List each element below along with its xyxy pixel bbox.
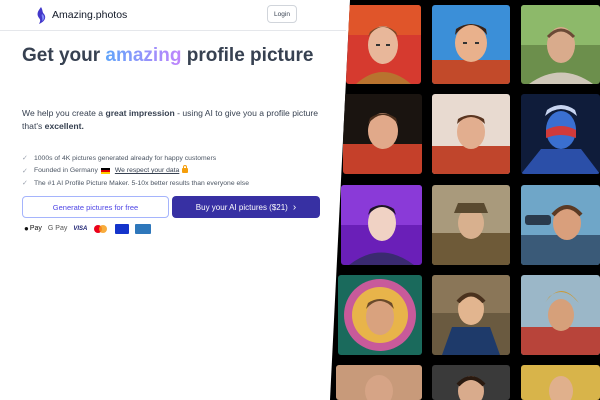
portrait-image: [341, 185, 422, 265]
portrait-image: [346, 5, 421, 84]
check-icon: ✓: [22, 155, 28, 163]
portrait-image: [432, 185, 510, 265]
feature-text: The #1 AI Profile Picture Maker. 5-10x b…: [34, 179, 249, 187]
portrait-image: [521, 185, 600, 265]
title-part-1: Get your: [22, 45, 106, 66]
top-navbar: Amazing.photos Login: [0, 0, 346, 30]
feature-text: Founded in Germany: [34, 167, 98, 175]
portrait-image: [336, 365, 422, 400]
buy-pictures-button[interactable]: Buy your AI pictures ($21) ›: [172, 196, 320, 218]
page-title: Get your amazing profile picture: [22, 44, 322, 67]
title-accent: amazing: [105, 45, 182, 66]
portrait-image: [432, 94, 510, 174]
gallery-image: [432, 5, 510, 84]
feature-list: ✓ 1000s of 4K pictures generated already…: [22, 152, 342, 190]
portrait-image: [432, 275, 510, 355]
gallery-image: [521, 5, 600, 84]
portrait-image: [432, 365, 510, 400]
lock-icon: [182, 165, 189, 174]
visa-icon: VISA: [73, 225, 88, 232]
portrait-image: [521, 275, 600, 355]
maestro-icon: [115, 223, 130, 234]
portrait-image: [521, 5, 600, 84]
gallery-image: [521, 275, 600, 355]
feature-text: 1000s of 4K pictures generated already f…: [34, 154, 217, 162]
privacy-link[interactable]: We respect your data: [115, 167, 179, 174]
gallery-image: [432, 94, 510, 174]
payment-methods: ● Pay G Pay VISA: [24, 223, 157, 234]
hero-description: We help you create a great impression - …: [22, 107, 322, 133]
feature-item: ✓ Founded in Germany We respect your dat…: [22, 165, 342, 178]
gallery-image: [432, 275, 510, 355]
navbar-divider: [0, 30, 346, 31]
portrait-image: [343, 94, 422, 174]
feature-item: ✓ The #1 AI Profile Picture Maker. 5-10x…: [22, 177, 342, 190]
check-icon: ✓: [22, 180, 28, 188]
gallery-image: [521, 185, 600, 265]
chevron-right-icon: ›: [292, 201, 297, 213]
gallery-image: [338, 275, 422, 355]
gallery-image: [432, 185, 510, 265]
apple-pay-icon: ● Pay: [24, 224, 42, 233]
desc-strong-1: great impression: [105, 108, 175, 118]
feature-item: ✓ 1000s of 4K pictures generated already…: [22, 152, 342, 165]
login-button[interactable]: Login: [267, 5, 297, 23]
gallery-image: [343, 94, 422, 174]
gallery-image: [521, 94, 600, 174]
buy-button-label: Buy your AI pictures ($21): [195, 202, 288, 212]
gallery-image: [341, 185, 422, 265]
gallery-image: [346, 5, 421, 84]
gallery-image: [336, 365, 422, 400]
title-part-2: profile picture: [181, 45, 314, 66]
portrait-image: [521, 94, 600, 174]
desc-strong-2: excellent.: [44, 121, 84, 131]
landing-left-panel: Amazing.photos Login Get your amazing pr…: [0, 0, 346, 400]
desc-text-1: We help you create a: [22, 108, 106, 118]
amex-icon: [135, 223, 152, 234]
generate-free-button[interactable]: Generate pictures for free: [22, 196, 169, 218]
portrait-image: [432, 5, 510, 84]
apple-pay-label: Pay: [29, 225, 42, 232]
brand-name[interactable]: Amazing.photos: [52, 9, 127, 21]
gallery-image: [432, 365, 510, 400]
portrait-image: [338, 275, 422, 355]
google-pay-icon: G Pay: [47, 225, 68, 232]
portrait-image: [521, 365, 600, 400]
mastercard-icon: [93, 224, 109, 234]
check-icon: ✓: [22, 167, 28, 175]
flame-logo-icon[interactable]: [36, 7, 48, 24]
german-flag-icon: [100, 167, 110, 174]
gallery-image: [521, 365, 600, 400]
